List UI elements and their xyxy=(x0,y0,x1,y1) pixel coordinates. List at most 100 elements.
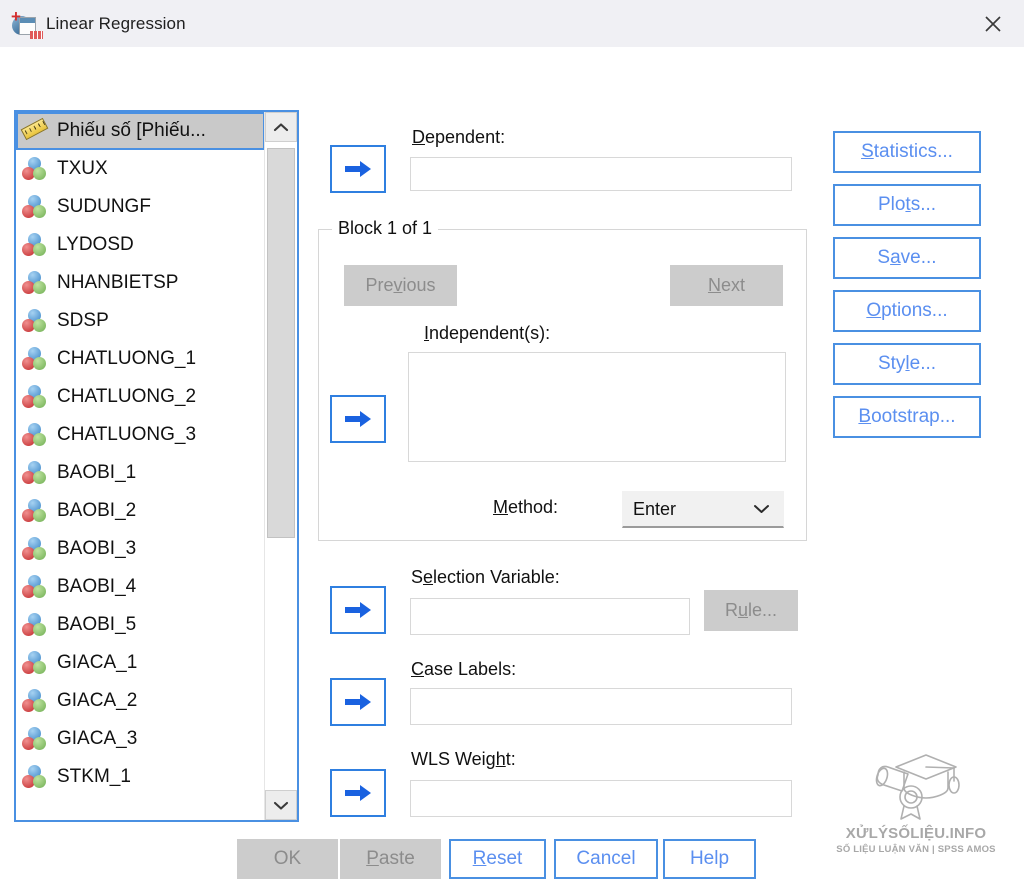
close-icon[interactable] xyxy=(962,0,1024,47)
variable-list-item-label: NHANBIETSP xyxy=(57,272,179,293)
variable-list-item[interactable]: SUDUNGF xyxy=(16,188,265,226)
nominal-balls-icon xyxy=(22,461,48,485)
move-to-independents-button[interactable] xyxy=(330,395,386,443)
nominal-balls-icon xyxy=(22,309,48,333)
statistics-button[interactable]: Statistics... xyxy=(833,131,981,173)
variable-list-item[interactable]: GIACA_1 xyxy=(16,644,265,682)
nominal-balls-icon xyxy=(22,537,48,561)
bootstrap-label-post: ootstrap... xyxy=(871,406,956,427)
nominal-balls-icon xyxy=(22,423,48,447)
variable-list-item-label: SDSP xyxy=(57,310,109,331)
move-to-selection-variable-button[interactable] xyxy=(330,586,386,634)
variable-list-scrollbar[interactable] xyxy=(264,112,297,820)
linear-regression-dialog: Phiếu số [Phiếu... TXUX SUDUNGF LYDOSD NHANB… xyxy=(0,47,1024,879)
variable-list-item[interactable]: CHATLUONG_1 xyxy=(16,340,265,378)
variable-list-item[interactable]: LYDOSD xyxy=(16,226,265,264)
paste-mnemonic: P xyxy=(366,848,379,869)
scrollbar-thumb[interactable] xyxy=(267,148,295,538)
ok-button[interactable]: OK xyxy=(237,839,338,879)
statistics-label-post: tatistics... xyxy=(873,141,953,162)
next-button[interactable]: Next xyxy=(670,265,783,306)
scroll-down-icon[interactable] xyxy=(265,790,297,820)
bootstrap-mnemonic: B xyxy=(858,406,872,427)
variable-list-item-label: LYDOSD xyxy=(57,234,134,255)
paste-label-post: aste xyxy=(378,848,415,869)
variable-list-item-label: CHATLUONG_2 xyxy=(57,386,197,407)
variable-list-item-label: CHATLUONG_3 xyxy=(57,424,197,445)
nominal-balls-icon xyxy=(22,727,48,751)
bootstrap-button[interactable]: Bootstrap... xyxy=(833,396,981,438)
move-to-case-labels-button[interactable] xyxy=(330,678,386,726)
statistics-mnemonic: S xyxy=(861,141,874,162)
variable-list-item-label: CHATLUONG_1 xyxy=(57,348,197,369)
variable-list-item-label: BAOBI_1 xyxy=(57,462,137,483)
cancel-button[interactable]: Cancel xyxy=(554,839,658,879)
save-label-pre: S xyxy=(877,247,891,268)
nominal-balls-icon xyxy=(22,233,48,257)
style-button[interactable]: Sty l e... xyxy=(833,343,981,385)
style-label-pre: Sty xyxy=(877,353,906,374)
variable-list-item[interactable]: GIACA_3 xyxy=(16,720,265,758)
variable-list-item[interactable]: BAOBI_5 xyxy=(16,606,265,644)
spss-regression-icon: + xyxy=(10,8,43,39)
scroll-up-icon[interactable] xyxy=(265,112,297,142)
options-button[interactable]: Options... xyxy=(833,290,981,332)
wls-weight-field[interactable] xyxy=(410,780,792,817)
variable-list-item-label: STKM_1 xyxy=(57,766,131,787)
variable-list-item-label: GIACA_1 xyxy=(57,652,138,673)
variable-list-item[interactable]: BAOBI_4 xyxy=(16,568,265,606)
move-to-dependent-button[interactable] xyxy=(330,145,386,193)
reset-button[interactable]: Reset xyxy=(449,839,546,879)
right-arrow-icon xyxy=(345,694,371,710)
help-button[interactable]: Help xyxy=(663,839,756,879)
paste-button[interactable]: Paste xyxy=(340,839,441,879)
reset-mnemonic: R xyxy=(472,848,487,869)
variable-list-item[interactable]: CHATLUONG_3 xyxy=(16,416,265,454)
variable-list-item[interactable]: BAOBI_3 xyxy=(16,530,265,568)
watermark: XỬLÝSỐLIỆU.INFO SỐ LIỆU LUẬN VĂN | SPSS … xyxy=(818,747,1014,855)
nominal-balls-icon xyxy=(22,689,48,713)
window-titlebar: + Linear Regression xyxy=(0,0,1024,47)
nominal-balls-icon xyxy=(22,575,48,599)
variable-list-item[interactable]: CHATLUONG_2 xyxy=(16,378,265,416)
dependent-field[interactable] xyxy=(410,157,792,191)
variable-list-panel[interactable]: Phiếu số [Phiếu... TXUX SUDUNGF LYDOSD NHANB… xyxy=(14,110,299,822)
save-label-post: ve... xyxy=(900,247,937,268)
method-label: Method: xyxy=(493,497,559,517)
save-button[interactable]: Sa ve... xyxy=(833,237,981,279)
wls-weight-label: WLS Weight: xyxy=(411,749,516,769)
nominal-balls-icon xyxy=(22,499,48,523)
plots-label-post: s... xyxy=(910,194,937,215)
variable-list-item-label: Phiếu số [Phiếu... xyxy=(57,120,206,141)
selection-variable-field[interactable] xyxy=(410,598,690,635)
previous-button[interactable]: Pre v ious xyxy=(344,265,457,306)
variable-list-item[interactable]: Phiếu số [Phiếu... xyxy=(16,112,265,150)
variable-list[interactable]: Phiếu số [Phiếu... TXUX SUDUNGF LYDOSD NHANB… xyxy=(16,112,265,820)
variable-list-item-label: BAOBI_3 xyxy=(57,538,137,559)
variable-list-item-label: GIACA_3 xyxy=(57,728,138,749)
save-mnemonic: a xyxy=(890,247,901,268)
ok-label-pre: OK xyxy=(273,848,302,869)
nominal-balls-icon xyxy=(22,613,48,637)
plots-button[interactable]: Plo t s... xyxy=(833,184,981,226)
dependent-label: Dependent: xyxy=(412,127,506,147)
rule-button[interactable]: Ru le... xyxy=(704,590,798,631)
independents-field[interactable] xyxy=(408,352,786,462)
variable-list-item[interactable]: BAOBI_1 xyxy=(16,454,265,492)
variable-list-item[interactable]: NHANBIETSP xyxy=(16,264,265,302)
nominal-balls-icon xyxy=(22,271,48,295)
variable-list-item-label: BAOBI_2 xyxy=(57,500,137,521)
help-label-pre: Help xyxy=(689,848,730,869)
case-labels-label: Case Labels: xyxy=(411,659,517,679)
case-labels-field[interactable] xyxy=(410,688,792,725)
variable-list-item[interactable]: GIACA_2 xyxy=(16,682,265,720)
variable-list-item[interactable]: SDSP xyxy=(16,302,265,340)
method-select[interactable]: Enter xyxy=(622,491,784,528)
variable-list-item[interactable]: STKM_1 xyxy=(16,758,265,796)
move-to-wls-weight-button[interactable] xyxy=(330,769,386,817)
variable-list-item[interactable]: TXUX xyxy=(16,150,265,188)
right-arrow-icon xyxy=(345,411,371,427)
scale-ruler-icon xyxy=(20,117,49,143)
variable-list-item[interactable]: BAOBI_2 xyxy=(16,492,265,530)
selection-variable-label: Selection Variable: xyxy=(411,567,560,587)
